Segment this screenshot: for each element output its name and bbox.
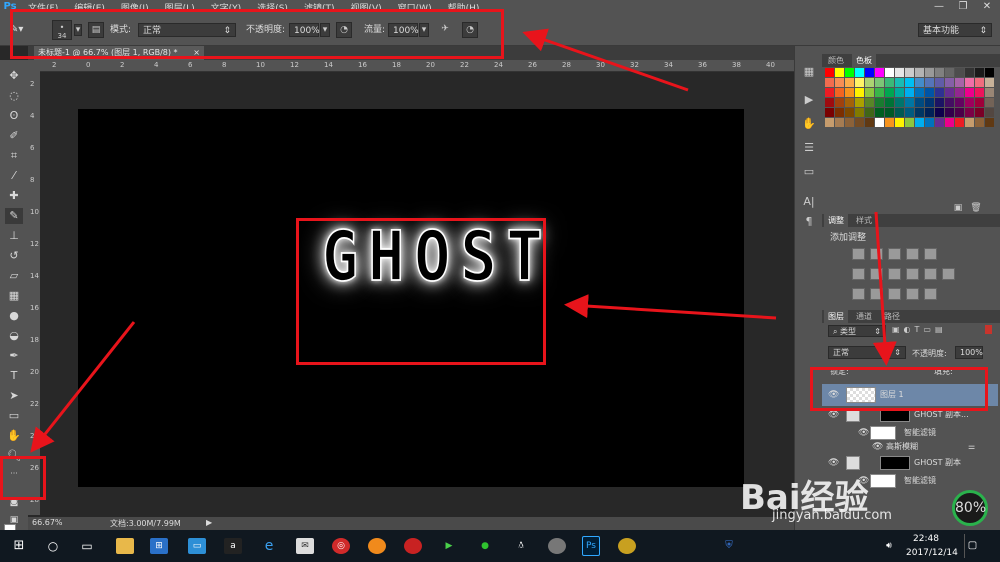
- annotation-arrow-canvas: [564, 294, 777, 320]
- annotation-arrows: [30, 28, 897, 453]
- annotation-arrow-options: [522, 28, 689, 92]
- annotation-arrow-color: [30, 321, 136, 453]
- annotation-arrow-layer: [872, 211, 897, 366]
